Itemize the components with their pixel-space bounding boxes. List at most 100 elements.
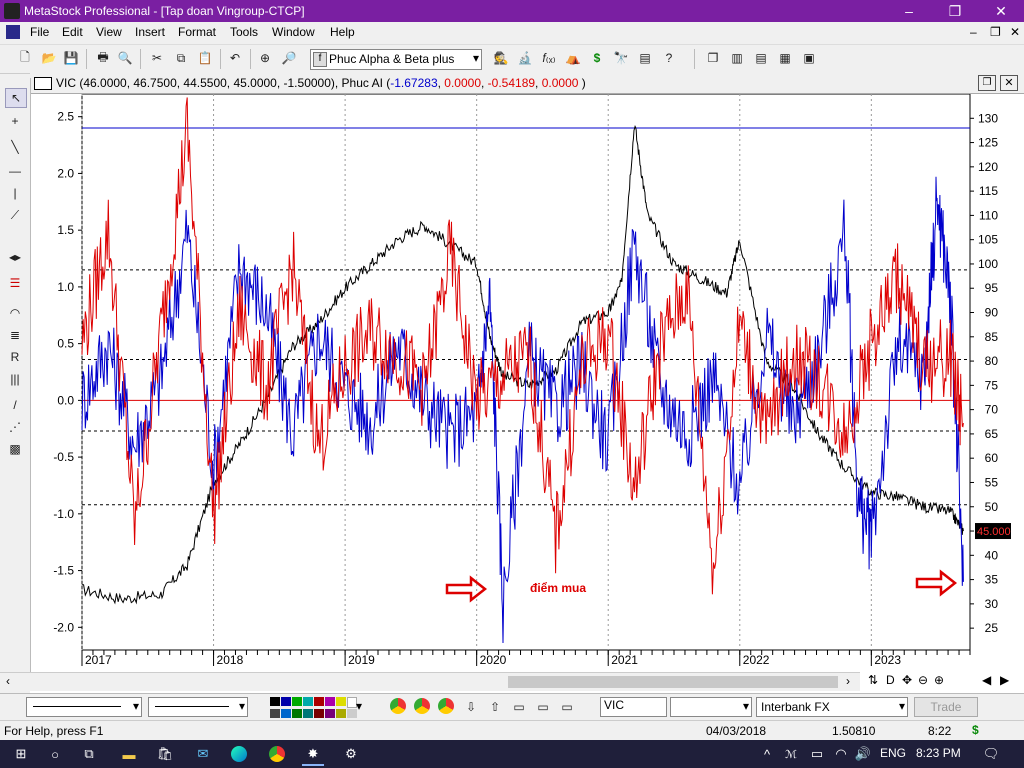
vertical-line-icon[interactable]: |	[5, 184, 25, 202]
scroll-thumb[interactable]	[508, 676, 838, 688]
indicator-select[interactable]: f Phuc Alpha & Beta plus ▾	[310, 49, 482, 70]
copy-icon[interactable]: ⧉	[172, 49, 190, 67]
language-indicator[interactable]: ENG	[880, 746, 906, 760]
chrome-taskbar-icon[interactable]	[266, 744, 288, 764]
store-icon[interactable]: 🛍	[154, 744, 176, 764]
window-layout-icon[interactable]: ▭	[510, 698, 528, 716]
grid-pattern-icon[interactable]: ▩	[5, 440, 25, 458]
page-left-icon[interactable]: ◀	[982, 673, 991, 687]
ime-icon[interactable]: ℳ	[780, 744, 802, 764]
cascade-icon[interactable]: ❐	[704, 49, 722, 67]
crosshair-tool-icon[interactable]: +	[5, 112, 25, 130]
horizontal-scrollbar[interactable]: ‹ ›	[0, 672, 860, 691]
tray-chevron-icon[interactable]: ^	[756, 744, 778, 764]
chart-restore-icon[interactable]: ❐	[978, 75, 996, 91]
line-style-select[interactable]: ▾	[26, 697, 142, 717]
notifications-icon[interactable]: 🗨	[980, 744, 1002, 764]
app-taskbar-icon[interactable]: ⚙	[340, 744, 362, 764]
chart-close-icon[interactable]: ✕	[1000, 75, 1018, 91]
pointer-icon[interactable]: ↖	[5, 88, 27, 108]
symbol-field[interactable]: VIC	[600, 697, 667, 717]
raff-channel-icon[interactable]: ☰	[5, 274, 25, 292]
explorer-icon[interactable]: 🔬	[516, 49, 534, 67]
crosshair-icon[interactable]: ⊕	[256, 49, 274, 67]
dollar-icon[interactable]: $	[588, 49, 606, 67]
period-select[interactable]: ▾	[670, 697, 752, 717]
doc-icon[interactable]	[6, 25, 20, 39]
open-icon[interactable]: 📂	[40, 49, 58, 67]
clock[interactable]: 8:23 PM	[916, 746, 961, 760]
zoom-out-icon[interactable]: ⊖	[918, 673, 928, 687]
scroll-left-icon[interactable]: ‹	[6, 674, 10, 688]
binoculars-icon[interactable]: 🔭	[612, 49, 630, 67]
menu-tools[interactable]: Tools	[230, 25, 258, 39]
mail-icon[interactable]: ✉	[192, 744, 214, 764]
line-tool-icon[interactable]: /	[5, 396, 25, 414]
new-icon[interactable]: 🗋	[16, 49, 34, 67]
search-icon[interactable]: ○	[44, 744, 66, 764]
file-explorer-icon[interactable]: ▬	[118, 744, 140, 764]
line-weight-select[interactable]: ▾	[148, 697, 248, 717]
menu-window[interactable]: Window	[272, 25, 315, 39]
help-pointer-icon[interactable]: ?	[660, 49, 678, 67]
menu-help[interactable]: Help	[330, 25, 355, 39]
trendline-icon[interactable]: ╲	[5, 138, 25, 156]
task-view-icon[interactable]: ⧉	[78, 744, 100, 764]
maximize-button[interactable]: ❐	[932, 0, 978, 22]
fan-icon[interactable]: ⋰	[5, 418, 25, 436]
menu-file[interactable]: File	[30, 25, 49, 39]
start-icon[interactable]: ⊞	[10, 744, 32, 764]
horizontal-line-icon[interactable]: —	[5, 162, 25, 180]
metastock-taskbar-icon[interactable]: ✸	[302, 744, 324, 766]
arrange-icon[interactable]: ▣	[800, 49, 818, 67]
print-preview-icon[interactable]: 🔍	[116, 49, 134, 67]
palette-dropdown-icon[interactable]: ▾	[356, 699, 362, 713]
color-palette[interactable]	[270, 697, 358, 718]
paste-icon[interactable]: 📋	[196, 49, 214, 67]
daily-icon[interactable]: D	[886, 673, 895, 687]
save-icon[interactable]: 💾	[62, 49, 80, 67]
refresh-icon[interactable]: ⇅	[868, 673, 878, 687]
retracement-icon[interactable]: R	[5, 348, 25, 366]
menu-view[interactable]: View	[96, 25, 122, 39]
chart-plot[interactable]: 2017 2018 2019 2020 2021 2022 2023 2.5 2.0 1.5 1.0…	[30, 94, 1024, 690]
print-icon[interactable]: 🖶	[94, 49, 112, 67]
buy-icon[interactable]: ⇩	[462, 698, 480, 716]
zoom-in-icon[interactable]: ⊕	[934, 673, 944, 687]
wifi-icon[interactable]: ◠	[830, 744, 852, 764]
tile-vertical-icon[interactable]: ▥	[728, 49, 746, 67]
broker-select[interactable]: Interbank FX ▾	[756, 697, 908, 717]
chrome-icon[interactable]	[390, 698, 406, 714]
time-zones-icon[interactable]: |||	[5, 370, 25, 388]
zoom-icon[interactable]: 🔎	[280, 49, 298, 67]
battery-icon[interactable]: ▭	[806, 744, 828, 764]
expert-advisor-icon[interactable]: 🕵	[492, 49, 510, 67]
menu-edit[interactable]: Edit	[62, 25, 83, 39]
page-right-icon[interactable]: ▶	[1000, 673, 1009, 687]
window-layout-icon[interactable]: ▭	[534, 698, 552, 716]
volume-icon[interactable]: 🔊	[852, 744, 874, 764]
cut-icon[interactable]: ✂	[148, 49, 166, 67]
tile-horizontal-icon[interactable]: ▤	[752, 49, 770, 67]
close-button[interactable]: ✕	[978, 0, 1024, 22]
formula-icon[interactable]: f ₍ₓ₎	[540, 49, 558, 67]
window-layout-icon[interactable]: ▭	[558, 698, 576, 716]
sell-icon[interactable]: ⇧	[486, 698, 504, 716]
fibonacci-icon[interactable]: ≣	[5, 326, 25, 344]
chrome-icon[interactable]	[438, 698, 454, 714]
tile-grid-icon[interactable]: ▦	[776, 49, 794, 67]
undo-icon[interactable]: ↶	[226, 49, 244, 67]
scroll-right-icon[interactable]: ›	[846, 674, 850, 688]
edge-icon[interactable]	[228, 744, 250, 764]
chrome-icon[interactable]	[414, 698, 430, 714]
system-tester-icon[interactable]: ⛺	[564, 49, 582, 67]
cycle-lines-icon[interactable]: ◂▸	[5, 248, 25, 266]
menu-format[interactable]: Format	[178, 25, 216, 39]
trade-button[interactable]: Trade	[914, 697, 978, 717]
move-icon[interactable]: ✥	[902, 673, 912, 687]
mdi-restore-icon[interactable]: ❐	[990, 25, 1001, 39]
chart-window-icon[interactable]	[34, 77, 52, 90]
data-window-icon[interactable]: ▤	[636, 49, 654, 67]
arc-icon[interactable]: ◠	[5, 304, 25, 322]
app-icon[interactable]	[4, 3, 20, 19]
